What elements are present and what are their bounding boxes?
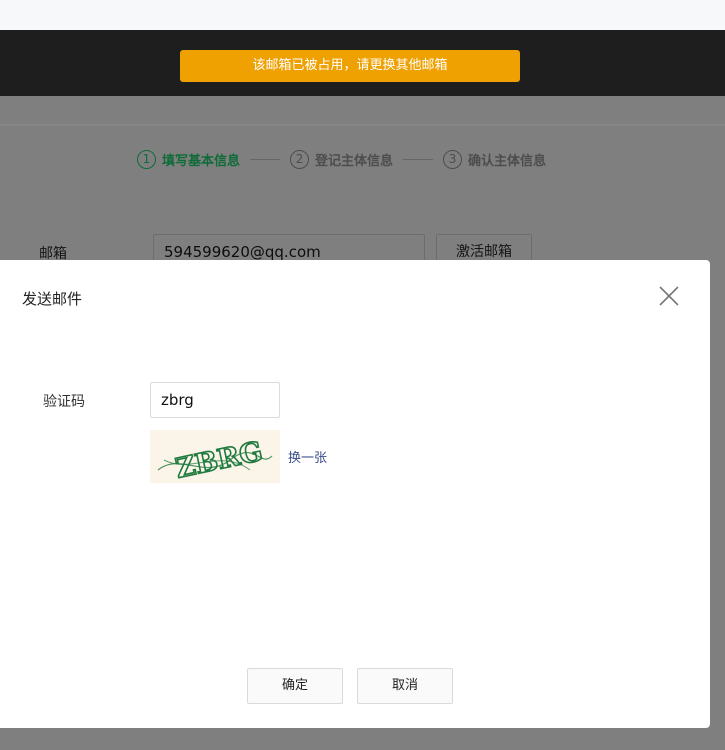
- cancel-button[interactable]: 取消: [357, 668, 453, 704]
- step-2: 2 登记主体信息: [290, 149, 394, 169]
- refresh-captcha-link[interactable]: 换一张: [288, 447, 327, 466]
- step-2-label: 登记主体信息: [315, 153, 394, 169]
- confirm-button[interactable]: 确定: [247, 668, 343, 704]
- step-2-number: 2: [290, 149, 310, 169]
- step-1-label: 填写基本信息: [162, 153, 241, 169]
- close-icon[interactable]: [658, 285, 680, 307]
- step-1-number: 1: [137, 149, 156, 169]
- step-3: 3 确认主体信息: [443, 149, 547, 169]
- progress-steps: 1 填写基本信息 2 登记主体信息 3 确认主体信息: [137, 148, 546, 170]
- step-1: 1 填写基本信息: [137, 149, 241, 169]
- captcha-image[interactable]: ZBRG: [150, 430, 280, 486]
- error-toast: 该邮箱已被占用，请更换其他邮箱: [180, 50, 520, 82]
- step-connector: [403, 158, 434, 160]
- captcha-label: 验证码: [43, 394, 85, 410]
- step-3-number: 3: [443, 149, 463, 169]
- captcha-glyph-1: ZBRG: [173, 436, 266, 483]
- captcha-input[interactable]: zbrg: [150, 382, 280, 418]
- browser-top-strip: [0, 0, 725, 30]
- send-email-dialog: 发送邮件 验证码 zbrg ZBRG 换一张 确定 取消: [0, 260, 710, 728]
- dialog-title: 发送邮件: [22, 290, 83, 308]
- divider: [0, 124, 725, 126]
- step-3-label: 确认主体信息: [468, 153, 547, 169]
- step-connector: [250, 158, 281, 160]
